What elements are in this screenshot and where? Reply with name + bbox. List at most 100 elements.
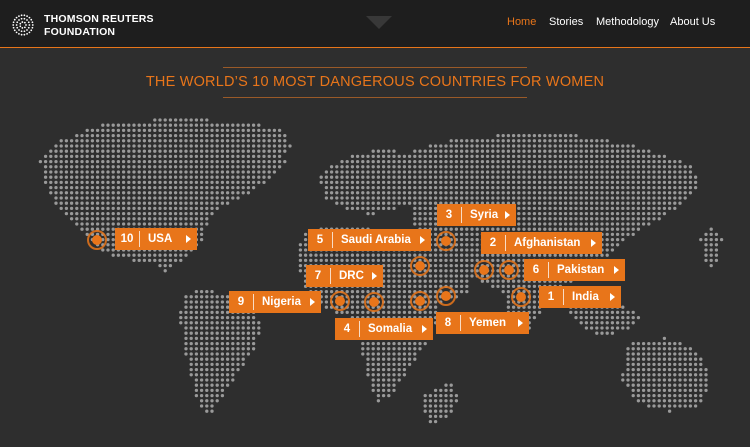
map-dot bbox=[147, 191, 152, 195]
label-pakistan[interactable]: 6 Pakistan bbox=[524, 259, 625, 281]
map-dot bbox=[402, 362, 407, 367]
marker-afghanistan[interactable] bbox=[474, 260, 494, 280]
map-dot bbox=[121, 159, 126, 164]
map-dot bbox=[537, 133, 542, 138]
map-dot bbox=[376, 175, 381, 179]
map-dot bbox=[366, 258, 370, 263]
map-dot bbox=[532, 159, 537, 164]
map-dot bbox=[641, 180, 646, 185]
map-dot bbox=[189, 310, 193, 315]
map-dot bbox=[631, 201, 635, 205]
map-dot bbox=[548, 211, 552, 216]
map-dot bbox=[454, 263, 459, 268]
map-dot bbox=[439, 274, 443, 278]
map-dot bbox=[621, 201, 625, 205]
map-dot bbox=[532, 154, 537, 159]
arrow-right-icon bbox=[505, 211, 510, 219]
map-dot bbox=[428, 159, 433, 164]
map-dot bbox=[179, 258, 183, 263]
map-dot bbox=[220, 373, 225, 377]
map-dot bbox=[127, 201, 131, 205]
map-dot bbox=[101, 196, 105, 200]
map-dot bbox=[54, 165, 58, 169]
label-syria[interactable]: 3 Syria bbox=[437, 204, 516, 226]
map-dot bbox=[444, 144, 448, 148]
map-dot bbox=[283, 149, 287, 153]
map-dot bbox=[49, 165, 53, 169]
label-somalia[interactable]: 4 Somalia bbox=[335, 318, 433, 340]
map-dot bbox=[418, 175, 422, 179]
marker-india[interactable] bbox=[511, 287, 531, 307]
map-dot bbox=[631, 347, 635, 351]
map-dot bbox=[137, 139, 141, 143]
map-dot bbox=[116, 253, 121, 257]
map-dot bbox=[621, 144, 625, 148]
map-dot bbox=[423, 222, 427, 226]
label-afghanistan[interactable]: 2 Afghanistan bbox=[481, 232, 602, 254]
label-yemen[interactable]: 8 Yemen bbox=[436, 312, 529, 334]
map-dot bbox=[95, 180, 100, 185]
map-dot bbox=[168, 118, 173, 122]
marker-usa[interactable] bbox=[87, 230, 107, 250]
map-dot bbox=[626, 367, 630, 372]
map-dot bbox=[574, 139, 578, 143]
map-dot bbox=[615, 227, 620, 231]
marker-somalia[interactable] bbox=[410, 291, 430, 311]
map-dot bbox=[683, 388, 687, 393]
map-dot bbox=[459, 263, 464, 268]
map-dot bbox=[127, 170, 131, 174]
map-dot bbox=[662, 347, 667, 351]
map-dot bbox=[220, 336, 225, 341]
map-dot bbox=[465, 196, 469, 200]
map-dot bbox=[225, 154, 230, 159]
label-nigeria[interactable]: 9 Nigeria bbox=[229, 291, 321, 313]
map-dot bbox=[267, 128, 271, 133]
map-dot bbox=[179, 310, 183, 315]
map-dot bbox=[543, 217, 547, 221]
map-dot bbox=[80, 180, 84, 185]
map-dot bbox=[220, 378, 225, 382]
map-dot bbox=[345, 159, 349, 164]
map-dot bbox=[589, 196, 594, 200]
marker-drc[interactable] bbox=[364, 292, 384, 312]
label-usa[interactable]: 10 USA bbox=[115, 228, 197, 250]
map-dot bbox=[636, 217, 641, 221]
map-dot bbox=[605, 180, 609, 185]
map-dot bbox=[101, 191, 105, 195]
map-dot bbox=[210, 362, 214, 367]
map-dot bbox=[355, 300, 360, 304]
map-dot bbox=[59, 175, 63, 179]
marker-syria[interactable] bbox=[410, 256, 430, 276]
map-dot bbox=[657, 180, 661, 185]
map-dot bbox=[678, 357, 682, 361]
map-dot bbox=[652, 347, 656, 351]
marker-yemen[interactable] bbox=[436, 286, 456, 306]
map-dot bbox=[465, 258, 469, 263]
map-dot bbox=[225, 357, 230, 361]
map-dot bbox=[626, 383, 630, 387]
map-dot bbox=[595, 217, 599, 221]
map-dot bbox=[459, 227, 464, 231]
marker-nigeria[interactable] bbox=[330, 291, 350, 311]
map-dot bbox=[621, 170, 625, 174]
label-india[interactable]: 1 India bbox=[539, 286, 621, 308]
label-drc[interactable]: 7 DRC bbox=[306, 265, 383, 287]
map-dot bbox=[584, 159, 589, 164]
map-dot bbox=[454, 180, 459, 185]
marker-pakistan[interactable] bbox=[499, 260, 519, 280]
map-dot bbox=[376, 170, 381, 174]
map-dot bbox=[340, 170, 344, 174]
map-dot bbox=[621, 154, 625, 159]
map-dot bbox=[173, 118, 178, 122]
map-dot bbox=[418, 154, 422, 159]
map-dot bbox=[215, 373, 219, 377]
map-dot bbox=[402, 165, 407, 169]
label-saudi-arabia[interactable]: 5 Saudi Arabia bbox=[308, 229, 431, 251]
map-dot bbox=[184, 222, 188, 226]
map-dot bbox=[563, 175, 568, 179]
map-dot bbox=[480, 175, 485, 179]
map-dot bbox=[220, 341, 225, 346]
marker-saudi-arabia[interactable] bbox=[436, 231, 456, 251]
map-dot bbox=[215, 196, 219, 200]
map-dot bbox=[610, 243, 615, 247]
